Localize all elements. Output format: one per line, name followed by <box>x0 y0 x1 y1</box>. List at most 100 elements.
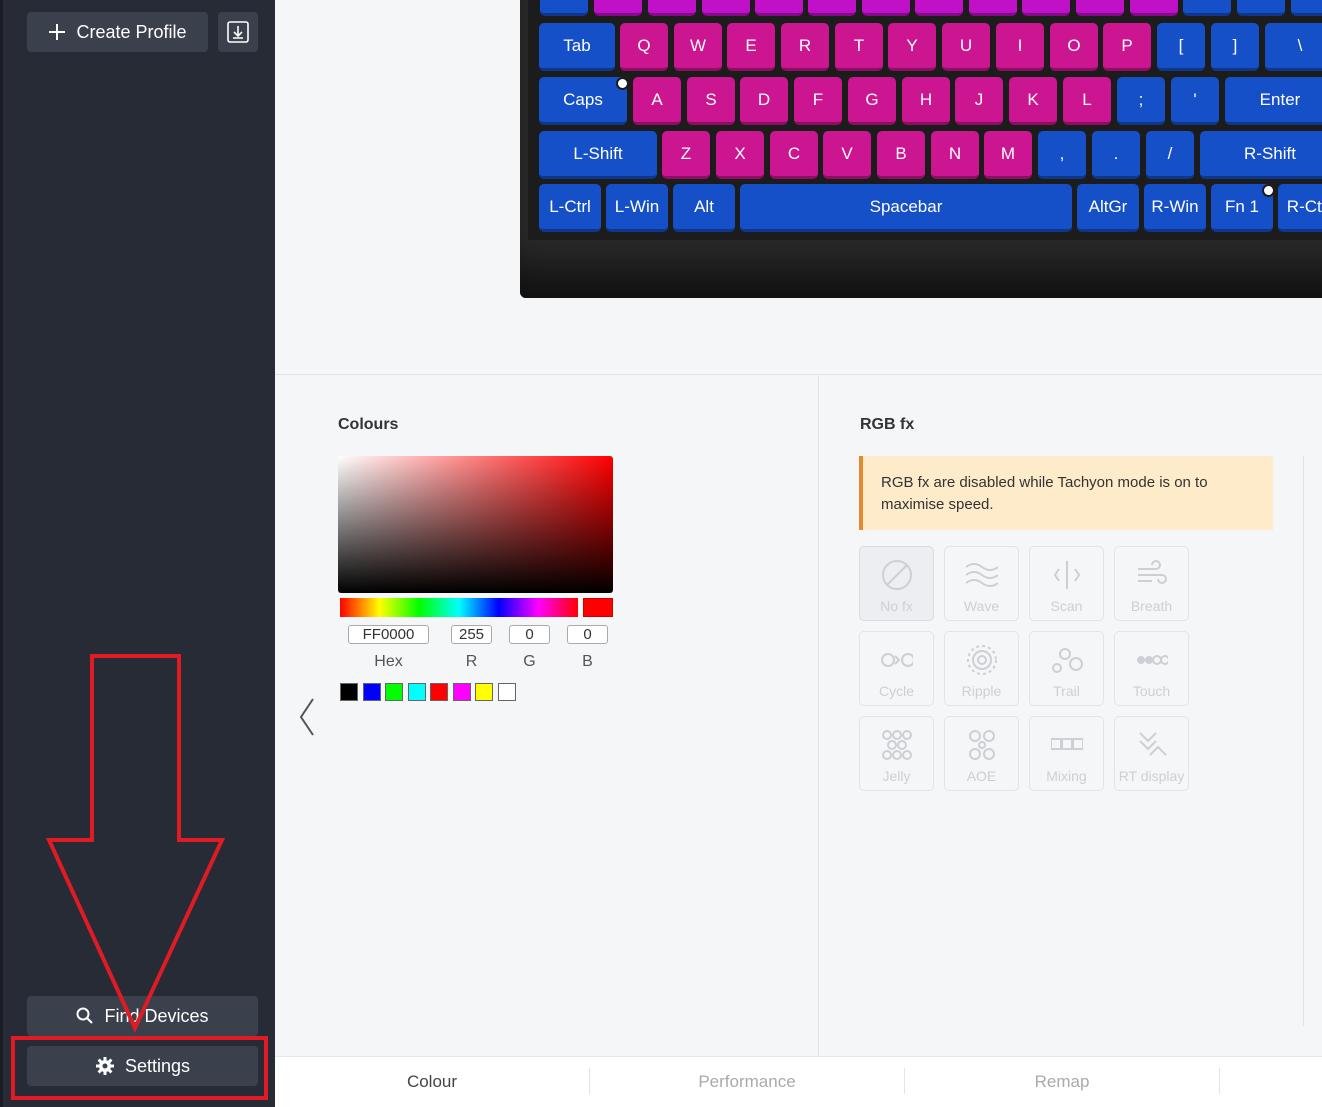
key-d[interactable]: D <box>740 77 788 125</box>
key-blank[interactable] <box>1022 0 1070 16</box>
key-g[interactable]: G <box>848 77 896 125</box>
fx-aoe-button[interactable]: AOE <box>944 716 1019 791</box>
fx-jelly-button[interactable]: Jelly <box>859 716 934 791</box>
create-profile-button[interactable]: Create Profile <box>27 12 208 52</box>
key-blank[interactable] <box>808 0 856 16</box>
key-blank[interactable] <box>1183 0 1231 16</box>
key-b[interactable]: B <box>877 131 925 179</box>
key-q[interactable]: Q <box>620 23 668 71</box>
key-n[interactable]: N <box>931 131 979 179</box>
fx-ripple-button[interactable]: Ripple <box>944 631 1019 706</box>
fx-mixing-button[interactable]: Mixing <box>1029 716 1104 791</box>
key-l[interactable]: L <box>1063 77 1111 125</box>
fx-breath-button[interactable]: Breath <box>1114 546 1189 621</box>
key-blank[interactable] <box>755 0 803 16</box>
r-input[interactable]: 255 <box>451 625 492 644</box>
key-enter[interactable]: Enter <box>1225 77 1322 125</box>
colour-swatch[interactable] <box>340 683 358 701</box>
key--[interactable]: , <box>1038 131 1086 179</box>
key-e[interactable]: E <box>727 23 775 71</box>
g-input[interactable]: 0 <box>509 625 550 644</box>
key-blank[interactable] <box>969 0 1017 16</box>
key-blank[interactable] <box>1130 0 1178 16</box>
key-t[interactable]: T <box>835 23 883 71</box>
chevron-left-icon[interactable] <box>297 697 317 737</box>
key-r[interactable]: R <box>781 23 829 71</box>
key-spacebar[interactable]: Spacebar <box>740 184 1072 232</box>
key-k[interactable]: K <box>1009 77 1057 125</box>
hex-input[interactable]: FF0000 <box>348 625 429 644</box>
fx-wave-button[interactable]: Wave <box>944 546 1019 621</box>
key-j[interactable]: J <box>955 77 1003 125</box>
colour-swatch[interactable] <box>475 683 493 701</box>
key-o[interactable]: O <box>1050 23 1098 71</box>
key--[interactable]: ' <box>1171 77 1219 125</box>
key--[interactable]: ; <box>1117 77 1165 125</box>
key-l-ctrl[interactable]: L-Ctrl <box>539 184 601 232</box>
key-tab[interactable]: Tab <box>539 23 615 71</box>
key-blank[interactable] <box>915 0 963 16</box>
key-f[interactable]: F <box>794 77 842 125</box>
fx-scan-button[interactable]: Scan <box>1029 546 1104 621</box>
key--[interactable]: / <box>1146 131 1194 179</box>
fx-rt-display-button[interactable]: RT display <box>1114 716 1189 791</box>
key-label: . <box>1113 143 1119 163</box>
b-input[interactable]: 0 <box>567 625 608 644</box>
key-r-win[interactable]: R-Win <box>1144 184 1206 232</box>
key--[interactable]: [ <box>1157 23 1205 71</box>
fx-trail-button[interactable]: Trail <box>1029 631 1104 706</box>
key-v[interactable]: V <box>823 131 871 179</box>
tab-colour[interactable]: Colour <box>275 1072 589 1092</box>
key-h[interactable]: H <box>902 77 950 125</box>
fx-label: Ripple <box>961 683 1002 699</box>
tab-remap[interactable]: Remap <box>905 1072 1219 1092</box>
key-p[interactable]: P <box>1103 23 1151 71</box>
fx-touch-button[interactable]: Touch <box>1114 631 1189 706</box>
key-label: \ <box>1297 35 1303 55</box>
key-z[interactable]: Z <box>662 131 710 179</box>
create-profile-label: Create Profile <box>76 21 187 42</box>
fx-no-fx-button[interactable]: No fx <box>859 546 934 621</box>
hue-slider[interactable] <box>340 598 578 617</box>
key--[interactable]: ] <box>1211 23 1259 71</box>
key-blank[interactable] <box>862 0 910 16</box>
colour-swatch[interactable] <box>430 683 448 701</box>
key-w[interactable]: W <box>674 23 722 71</box>
colour-swatch[interactable] <box>407 683 426 701</box>
key-m[interactable]: M <box>984 131 1032 179</box>
key-caps[interactable]: Caps <box>539 77 629 125</box>
import-profile-button[interactable] <box>218 12 258 52</box>
key-l-win[interactable]: L-Win <box>606 184 668 232</box>
key-i[interactable]: I <box>996 23 1044 71</box>
key-blank[interactable] <box>540 0 588 16</box>
key-c[interactable]: C <box>770 131 818 179</box>
key-fn-1[interactable]: Fn 1 <box>1211 184 1275 232</box>
fx-cycle-button[interactable]: Cycle <box>859 631 934 706</box>
key-l-shift[interactable]: L-Shift <box>539 131 657 179</box>
key-blank[interactable] <box>648 0 696 16</box>
key-u[interactable]: U <box>942 23 990 71</box>
key-x[interactable]: X <box>716 131 764 179</box>
key-r-shift[interactable]: R-Shift <box>1200 131 1322 179</box>
key-a[interactable]: A <box>633 77 681 125</box>
key-r-ctrl[interactable]: R-Ctrl <box>1278 184 1322 232</box>
key-y[interactable]: Y <box>888 23 936 71</box>
key-s[interactable]: S <box>687 77 735 125</box>
colour-preview <box>583 598 613 617</box>
saturation-value-picker[interactable] <box>338 456 613 593</box>
key-blank[interactable] <box>702 0 750 16</box>
key--[interactable]: . <box>1092 131 1140 179</box>
key-blank[interactable] <box>1291 0 1322 16</box>
tab-performance[interactable]: Performance <box>590 1072 904 1092</box>
key--[interactable]: \ <box>1265 23 1322 71</box>
keyboard-case: Tab Q W E R T Y U I O P [] \ Caps A S D F G H J K L; ' Enter L-Sh… <box>520 0 1322 298</box>
colour-swatch[interactable] <box>385 683 403 701</box>
key-blank[interactable] <box>1237 0 1285 16</box>
colour-swatch[interactable] <box>452 683 471 701</box>
key-altgr[interactable]: AltGr <box>1077 184 1139 232</box>
colour-swatch[interactable] <box>362 683 381 701</box>
key-blank[interactable] <box>1076 0 1124 16</box>
key-alt[interactable]: Alt <box>673 184 735 232</box>
key-blank[interactable] <box>594 0 642 16</box>
colour-swatch[interactable] <box>497 683 516 701</box>
